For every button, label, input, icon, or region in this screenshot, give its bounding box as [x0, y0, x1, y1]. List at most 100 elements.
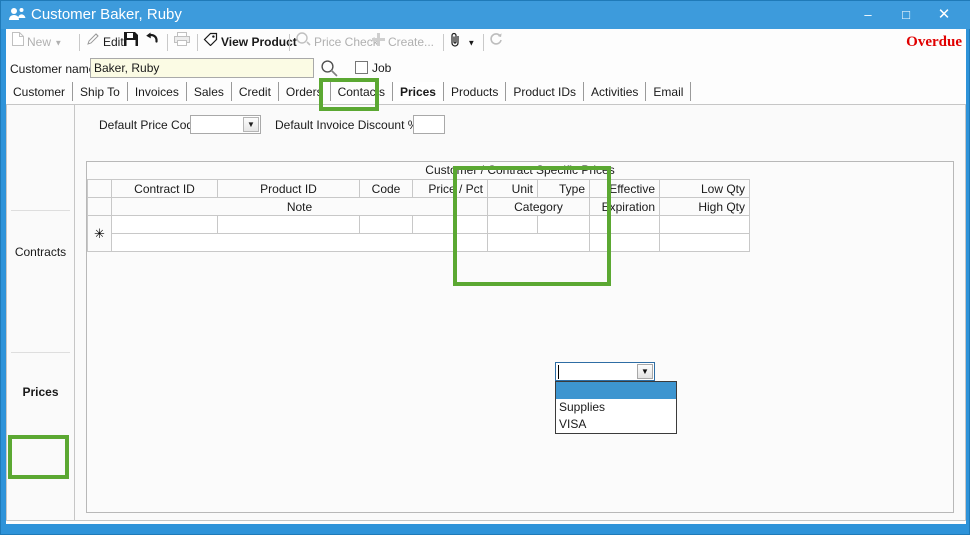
prices-grid-panel: Customer / Contract Specific Prices Cont… — [86, 161, 954, 513]
tab-credit[interactable]: Credit — [232, 82, 279, 101]
tag-icon — [203, 32, 218, 53]
category-option-visa[interactable]: VISA — [556, 416, 676, 433]
grid-cell[interactable] — [589, 233, 660, 252]
toolbar-separator — [167, 34, 168, 51]
minimize-button[interactable]: – — [849, 1, 887, 29]
grid-header-effective[interactable]: Effective — [589, 179, 660, 198]
new-button-label: New — [27, 35, 52, 49]
toolbar-separator — [483, 34, 484, 51]
grid-header-category[interactable]: Category — [487, 197, 590, 216]
refresh-button[interactable] — [489, 32, 506, 53]
grid-header-product-id[interactable]: Product ID — [217, 179, 360, 198]
client-area: New ▼ Edit View Product Price Check Crea… — [6, 29, 966, 524]
sidebar-item-contracts[interactable]: Contracts — [7, 245, 74, 259]
text-cursor — [558, 365, 559, 379]
new-row-marker[interactable]: ✳ — [87, 215, 112, 252]
toolbar-separator — [443, 34, 444, 51]
chevron-down-icon[interactable]: ▼ — [467, 39, 475, 48]
tab-sales[interactable]: Sales — [187, 82, 232, 101]
create-label: Create... — [388, 35, 435, 49]
table-row[interactable]: ✳ — [87, 215, 750, 252]
grid-cell[interactable] — [487, 233, 590, 252]
new-button[interactable]: New ▼ — [12, 32, 62, 53]
price-check-button[interactable]: Price Check — [296, 32, 379, 53]
grid-header-low-qty[interactable]: Low Qty — [659, 179, 750, 198]
tab-customer[interactable]: Customer — [6, 82, 74, 101]
chevron-down-icon[interactable]: ▼ — [243, 117, 259, 132]
grid-header-row-2: Note Category Expiration High Qty — [87, 197, 750, 216]
attach-button[interactable]: ▼ — [450, 32, 475, 53]
category-dropdown-list[interactable]: Supplies VISA — [555, 381, 677, 434]
tab-email[interactable]: Email — [646, 82, 692, 101]
tab-product-ids[interactable]: Product IDs — [506, 82, 585, 101]
grid-cell[interactable] — [412, 215, 488, 234]
grid-header-contract-id[interactable]: Contract ID — [111, 179, 218, 198]
grid-cell[interactable] — [487, 215, 538, 234]
grid-header-unit[interactable]: Unit — [487, 179, 538, 198]
customer-name-input[interactable] — [90, 58, 314, 78]
tab-strip: Customer Ship To Invoices Sales Credit Orders… — [6, 82, 966, 102]
grid-cell[interactable] — [111, 233, 488, 252]
create-button[interactable]: Create... — [372, 32, 434, 53]
floppy-disk-icon — [124, 32, 138, 53]
tab-contacts[interactable]: Contacts — [331, 82, 393, 101]
toolbar-separator — [197, 34, 198, 51]
view-product-button[interactable]: View Product — [203, 32, 297, 53]
default-price-code-combo[interactable]: ▼ — [190, 115, 261, 134]
sidebar-divider — [11, 352, 70, 353]
grid-header-expiration[interactable]: Expiration — [589, 197, 660, 216]
prices-grid: Contract ID Product ID Code Price / Pct Unit… — [87, 179, 750, 252]
grid-cell[interactable] — [659, 215, 750, 234]
job-checkbox[interactable] — [355, 61, 368, 74]
paperclip-icon — [450, 32, 461, 54]
tab-prices[interactable]: Prices — [392, 82, 444, 101]
grid-header-type[interactable]: Type — [537, 179, 590, 198]
grid-header-high-qty[interactable]: High Qty — [659, 197, 750, 216]
window-bottom-edge — [6, 525, 966, 531]
toolbar-separator — [289, 34, 290, 51]
application-window: Customer Baker, Ruby – □ ✕ New ▼ Edit Vi… — [0, 0, 970, 535]
title-bar: Customer Baker, Ruby – □ ✕ — [1, 1, 970, 29]
magnifier-icon[interactable] — [320, 59, 338, 77]
chevron-down-icon[interactable]: ▼ — [637, 364, 653, 379]
sidebar-divider — [11, 210, 70, 211]
grid-cell[interactable] — [659, 233, 750, 252]
print-button[interactable] — [174, 32, 193, 53]
toolbar-separator — [79, 34, 80, 51]
tab-products[interactable]: Products — [444, 82, 507, 101]
grid-header-note[interactable]: Note — [111, 197, 488, 216]
customer-name-label: Customer name — [10, 62, 96, 76]
grid-header-row-1: Contract ID Product ID Code Price / Pct Unit… — [87, 179, 750, 198]
toolbar: New ▼ Edit View Product Price Check Crea… — [6, 29, 966, 56]
category-option-supplies[interactable]: Supplies — [556, 399, 676, 416]
view-product-label: View Product — [221, 35, 297, 49]
sidebar-item-prices[interactable]: Prices — [7, 385, 74, 399]
grid-cell[interactable] — [111, 215, 218, 234]
job-label: Job — [372, 61, 392, 75]
table-row-note[interactable] — [88, 233, 750, 252]
tab-invoices[interactable]: Invoices — [128, 82, 187, 101]
grid-cell[interactable] — [589, 215, 660, 234]
category-option-blank[interactable] — [556, 382, 676, 399]
default-price-code-label: Default Price Code — [99, 118, 200, 132]
pencil-icon — [86, 32, 100, 53]
undo-button[interactable] — [144, 32, 162, 53]
grid-cell[interactable] — [359, 215, 413, 234]
tab-activities[interactable]: Activities — [584, 82, 647, 101]
tab-orders[interactable]: Orders — [279, 82, 331, 101]
maximize-button[interactable]: □ — [887, 1, 925, 29]
grid-header-code[interactable]: Code — [359, 179, 413, 198]
printer-icon — [174, 32, 190, 53]
grid-cell[interactable] — [217, 215, 360, 234]
edit-button[interactable]: Edit — [86, 32, 124, 53]
tab-ship-to[interactable]: Ship To — [73, 82, 128, 101]
grid-header-price-pct[interactable]: Price / Pct — [412, 179, 488, 198]
close-button[interactable]: ✕ — [925, 1, 963, 29]
default-invoice-discount-input[interactable] — [413, 115, 445, 134]
grid-cell[interactable] — [537, 215, 590, 234]
row-selector-header-2 — [87, 197, 112, 216]
save-button[interactable] — [124, 32, 141, 53]
grid-caption: Customer / Contract Specific Prices — [87, 162, 953, 179]
chevron-down-icon[interactable]: ▼ — [54, 38, 62, 47]
category-combo-editor[interactable]: ▼ — [555, 362, 655, 381]
